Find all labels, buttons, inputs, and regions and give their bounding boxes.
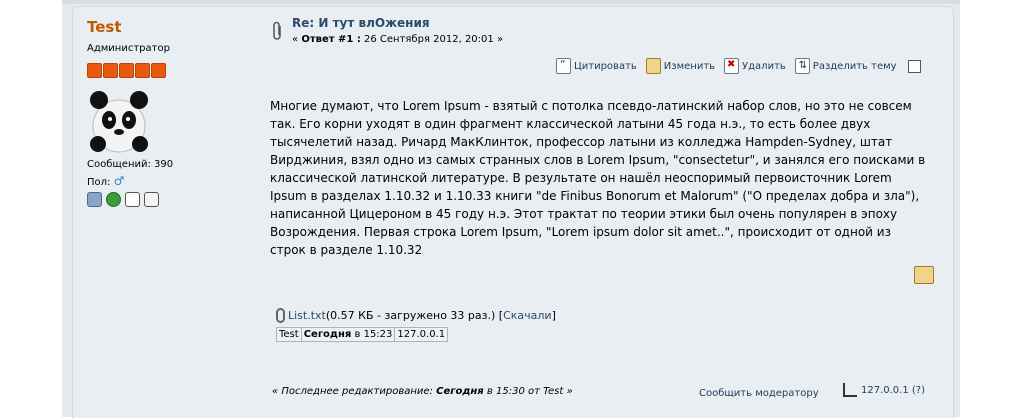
- last-edit-rest: в 15:30 от Test »: [483, 386, 573, 397]
- quote-icon: [556, 58, 571, 74]
- website-icon[interactable]: [106, 192, 121, 207]
- attachment-info: (0.57 КБ - загружено 33 раз.) [: [325, 309, 504, 322]
- ip-icon: [843, 383, 857, 397]
- rank-star: [135, 63, 150, 78]
- rank-star: [151, 63, 166, 78]
- download-log-table: Test Сегодня в 15:23 127.0.0.1: [276, 327, 449, 342]
- delete-label: Удалить: [742, 60, 786, 72]
- reply-number[interactable]: Ответ #1 :: [301, 34, 361, 45]
- last-edit: « Последнее редактирование: Сегодня в 15…: [272, 386, 573, 397]
- post-count: Сообщений: 390: [87, 159, 174, 170]
- log-time: Сегодня в 15:23: [300, 327, 396, 342]
- profile-icons: [87, 192, 159, 207]
- rank-star: [87, 63, 102, 78]
- post-body: Многие думают, что Lorem Ipsum - взятый …: [270, 99, 926, 257]
- rank-star: [119, 63, 134, 78]
- poster-name[interactable]: Test: [87, 18, 122, 36]
- download-log-link[interactable]: Скачали: [503, 309, 552, 322]
- attachment-close: ]: [551, 309, 556, 322]
- log-day: Сегодня: [303, 329, 352, 340]
- rank-star: [103, 63, 118, 78]
- report-to-moderator-link[interactable]: Сообщить модератору: [699, 388, 819, 399]
- log-time-value: в 15:23: [351, 329, 393, 340]
- post-actions: Цитировать Изменить Удалить Разделить те…: [556, 58, 921, 74]
- reply-suffix: »: [496, 34, 504, 45]
- log-user: Test: [276, 327, 302, 342]
- edit-icon: [645, 58, 661, 74]
- quote-label: Цитировать: [574, 60, 637, 72]
- gender-label: Пол:: [87, 177, 111, 188]
- inline-edit-icon[interactable]: [914, 266, 934, 284]
- log-ip: 127.0.0.1: [394, 327, 449, 342]
- last-edit-day: Сегодня: [436, 386, 484, 397]
- ip-info: 127.0.0.1 (?): [843, 383, 925, 397]
- split-topic-button[interactable]: Разделить тему: [794, 58, 897, 74]
- reply-prefix: «: [292, 34, 299, 45]
- select-post-checkbox[interactable]: [907, 59, 921, 73]
- attachment-clip-icon: [276, 308, 285, 323]
- ip-link[interactable]: 127.0.0.1 (?): [861, 385, 925, 396]
- attachment-link[interactable]: List.txt: [288, 309, 326, 322]
- paperclip-icon: [273, 21, 281, 40]
- delete-button[interactable]: Удалить: [724, 58, 786, 74]
- email-icon[interactable]: [125, 192, 140, 207]
- reply-line: « Ответ #1 : 26 Сентября 2012, 20:01 »: [292, 34, 503, 45]
- profile-icon[interactable]: [87, 192, 102, 207]
- split-label: Разделить тему: [812, 60, 897, 72]
- post-date: 26 Сентября 2012, 20:01: [364, 34, 494, 45]
- poster-role: Администратор: [87, 43, 170, 54]
- avatar: [90, 91, 148, 153]
- male-icon: ♂: [113, 174, 125, 188]
- post-subject[interactable]: Re: И тут влОжения: [292, 16, 430, 30]
- edit-button[interactable]: Изменить: [645, 58, 716, 74]
- last-edit-prefix: « Последнее редактирование:: [272, 386, 437, 397]
- split-icon: [794, 58, 810, 74]
- rank-stars: [87, 63, 166, 78]
- table-row: Test Сегодня в 15:23 127.0.0.1: [276, 327, 449, 342]
- attachment: List.txt (0.57 КБ - загружено 33 раз.) […: [276, 308, 556, 323]
- quote-button[interactable]: Цитировать: [556, 58, 637, 74]
- delete-icon: [724, 58, 740, 74]
- personal-message-icon[interactable]: [144, 192, 159, 207]
- edit-label: Изменить: [663, 60, 716, 72]
- gender: Пол: ♂: [87, 174, 124, 188]
